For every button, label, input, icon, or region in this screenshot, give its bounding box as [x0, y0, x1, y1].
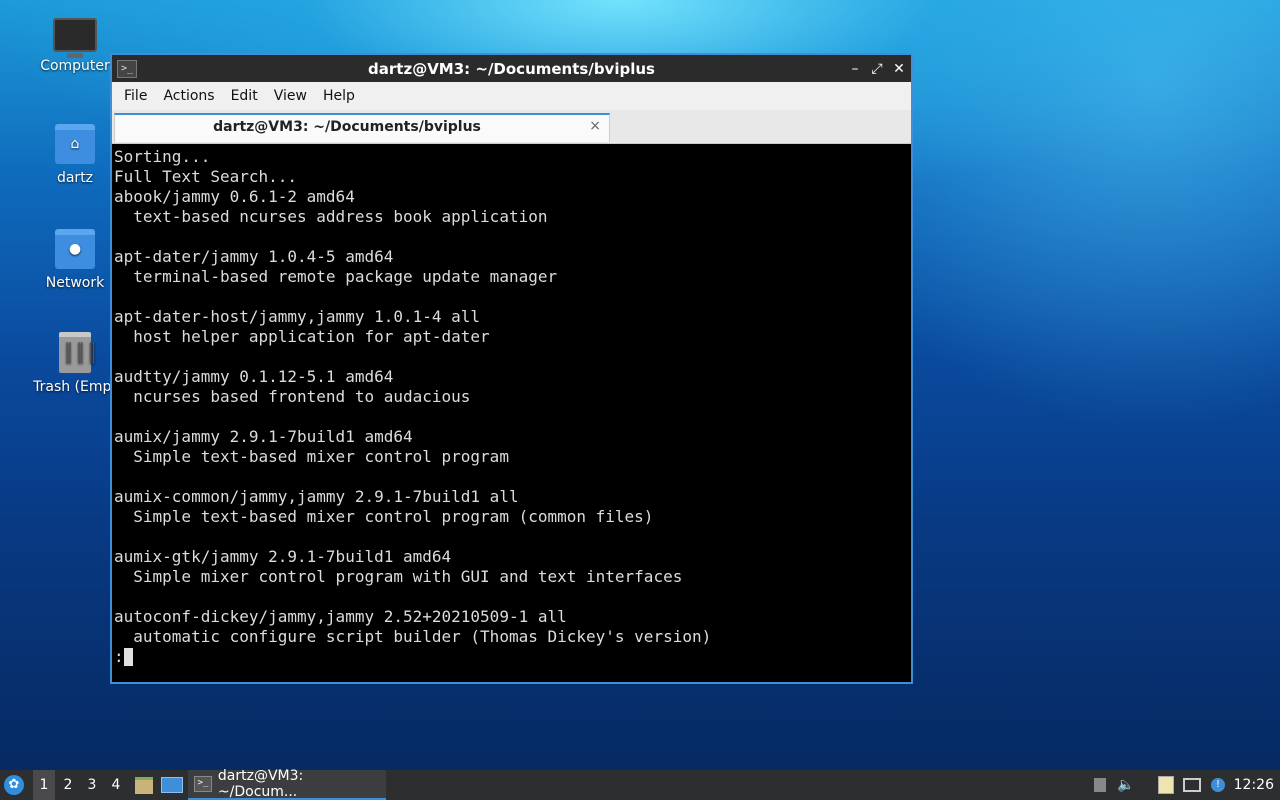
- terminal-line: aumix/jammy 2.9.1-7build1 amd64: [114, 427, 413, 446]
- speaker-icon: 🔈: [1117, 777, 1135, 793]
- taskbar: ✿ 1 2 3 4 >_ dartz@VM3: ~/Docum... 🔈 ! 1…: [0, 768, 1280, 800]
- pager-prompt: :: [114, 647, 124, 666]
- terminal-line: host helper application for apt-dater: [114, 327, 490, 346]
- desktop-icon-computer[interactable]: Computer: [27, 18, 123, 74]
- terminal-line: abook/jammy 0.6.1-2 amd64: [114, 187, 355, 206]
- menu-file[interactable]: File: [116, 88, 155, 104]
- maximize-button[interactable]: ⤢: [871, 61, 883, 77]
- terminal-output[interactable]: Sorting... Full Text Search... abook/jammy…: [112, 145, 911, 682]
- clipboard-button[interactable]: [1154, 770, 1178, 800]
- window-title: dartz@VM3: ~/Documents/bviplus: [368, 59, 655, 78]
- file-manager-launcher[interactable]: [133, 770, 155, 800]
- show-desktop-button[interactable]: [161, 770, 183, 800]
- terminal-prompt-line: :: [114, 647, 911, 667]
- terminal-line: Sorting...: [114, 147, 211, 166]
- terminal-line: aumix-common/jammy,jammy 2.9.1-7build1 a…: [114, 487, 519, 506]
- terminal-window: >_ dartz@VM3: ~/Documents/bviplus – ⤢ ✕ …: [110, 53, 913, 684]
- home-folder-icon: ⌂: [55, 124, 95, 164]
- desktop-icon-home[interactable]: ⌂ dartz: [27, 124, 123, 186]
- terminal-line: aumix-gtk/jammy 2.9.1-7build1 amd64: [114, 547, 452, 566]
- terminal-app-icon[interactable]: >_: [117, 59, 137, 78]
- desktop-icon-trash[interactable]: Trash (Empt: [27, 332, 123, 395]
- updates-button[interactable]: !: [1206, 770, 1230, 800]
- desktop-icon-label: Network: [45, 275, 105, 291]
- start-menu-button[interactable]: ✿: [4, 770, 28, 800]
- tab-close-button[interactable]: ×: [589, 118, 601, 134]
- terminal-line: apt-dater-host/jammy,jammy 1.0.1-4 all: [114, 307, 481, 326]
- tab-bar: dartz@VM3: ~/Documents/bviplus ×: [112, 110, 911, 144]
- file-manager-icon: [135, 776, 153, 794]
- computer-icon: [53, 18, 97, 58]
- network-folder-icon: ●: [55, 229, 95, 269]
- menu-actions[interactable]: Actions: [155, 88, 222, 104]
- terminal-line: apt-dater/jammy 1.0.4-5 amd64: [114, 247, 394, 266]
- show-desktop-icon: [161, 777, 183, 793]
- terminal-line: autoconf-dickey/jammy,jammy 2.52+2021050…: [114, 607, 567, 626]
- task-label: dartz@VM3: ~/Docum...: [217, 768, 304, 800]
- terminal-line: Simple mixer control program with GUI an…: [114, 567, 683, 586]
- desktop-icon-network[interactable]: ● Network: [27, 229, 123, 291]
- menu-edit[interactable]: Edit: [223, 88, 266, 104]
- terminal-line: text-based ncurses address book applicat…: [114, 207, 548, 226]
- menu-bar: File Actions Edit View Help: [112, 82, 911, 110]
- window-titlebar[interactable]: >_ dartz@VM3: ~/Documents/bviplus – ⤢ ✕: [112, 55, 911, 82]
- text-cursor: [123, 648, 133, 666]
- terminal-line: audtty/jammy 0.1.12-5.1 amd64: [114, 367, 394, 386]
- desktop-icon-label: Computer: [40, 58, 110, 74]
- workspace-1[interactable]: 1: [33, 770, 55, 800]
- window-controls: – ⤢ ✕: [849, 55, 905, 82]
- tray-arrow-icon: [1094, 778, 1106, 792]
- taskbar-terminal-task[interactable]: >_ dartz@VM3: ~/Docum...: [188, 768, 386, 800]
- menu-help[interactable]: Help: [315, 88, 363, 104]
- tab-label: dartz@VM3: ~/Documents/bviplus: [213, 119, 481, 135]
- workspace-4[interactable]: 4: [105, 770, 127, 800]
- tray-expand-button[interactable]: [1088, 770, 1112, 800]
- workspace-3[interactable]: 3: [81, 770, 103, 800]
- desktop-icon-label: Trash (Empt: [33, 379, 117, 395]
- close-button[interactable]: ✕: [893, 61, 905, 77]
- workspace-2[interactable]: 2: [57, 770, 79, 800]
- desktop-icon-label: dartz: [56, 170, 94, 186]
- network-wired-icon: [1183, 778, 1201, 792]
- terminal-line: ncurses based frontend to audacious: [114, 387, 471, 406]
- network-tray-button[interactable]: [1180, 770, 1204, 800]
- menu-view[interactable]: View: [266, 88, 315, 104]
- terminal-line: terminal-based remote package update man…: [114, 267, 558, 286]
- lubuntu-logo-icon: ✿: [4, 775, 24, 795]
- terminal-line: Full Text Search...: [114, 167, 298, 186]
- volume-button[interactable]: 🔈: [1114, 770, 1138, 800]
- trash-icon: [59, 332, 99, 373]
- clipboard-icon: [1158, 776, 1174, 794]
- terminal-tab[interactable]: dartz@VM3: ~/Documents/bviplus ×: [114, 113, 610, 142]
- terminal-line: Simple text-based mixer control program: [114, 447, 509, 466]
- minimize-button[interactable]: –: [849, 61, 861, 77]
- clock[interactable]: 12:26: [1234, 770, 1274, 800]
- terminal-line: Simple text-based mixer control program …: [114, 507, 654, 526]
- update-notifier-icon: !: [1211, 778, 1225, 792]
- terminal-task-icon: >_: [194, 776, 212, 792]
- terminal-line: automatic configure script builder (Thom…: [114, 627, 712, 646]
